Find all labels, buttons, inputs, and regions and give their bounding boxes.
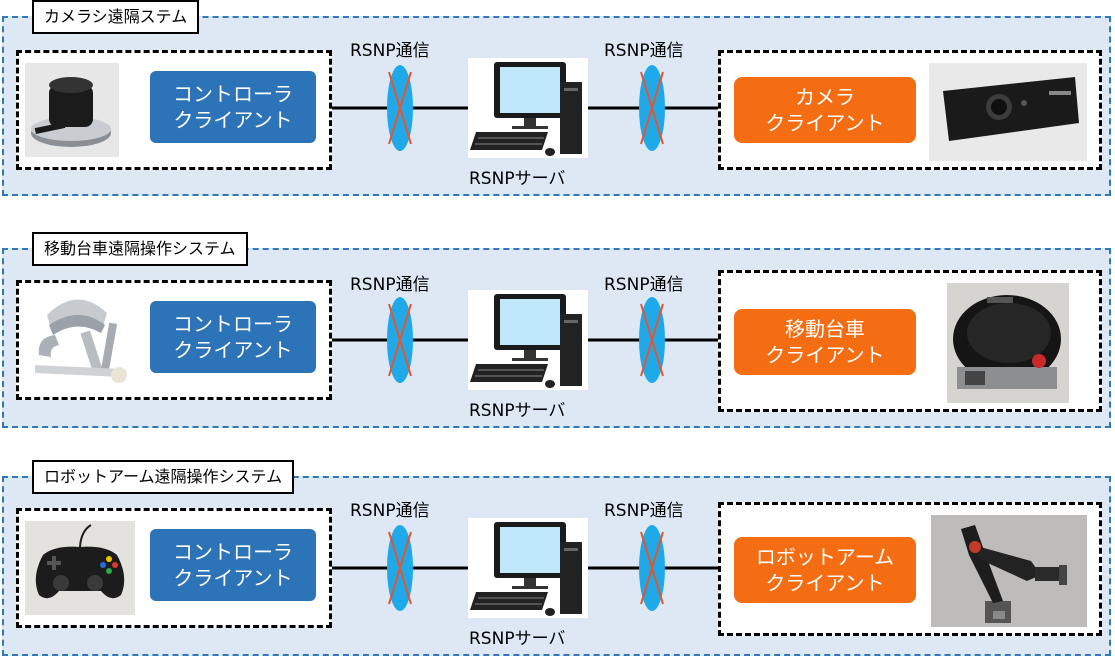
rsnp-link-left bbox=[387, 65, 413, 151]
rsnp-label-left: RSNP通信 bbox=[350, 275, 430, 295]
controller-client-label-line2: クライアント bbox=[173, 566, 293, 590]
controller-client-box: コントローラ クライアント bbox=[16, 50, 332, 170]
server-label: RSNPサーバ bbox=[469, 169, 566, 189]
controller-client-label-line1: コントローラ bbox=[173, 82, 293, 106]
server-label: RSNPサーバ bbox=[469, 401, 566, 421]
camera-photo bbox=[929, 63, 1087, 161]
server-computer-icon bbox=[468, 518, 588, 618]
rsnp-link-left bbox=[387, 297, 413, 383]
system-title: 移動台車遠隔操作システム bbox=[32, 232, 248, 266]
haptic-device-photo bbox=[27, 285, 137, 395]
mobile-robot-photo bbox=[947, 283, 1069, 403]
rsnp-link-left bbox=[387, 525, 413, 611]
device-client-label-line1: カメラ bbox=[795, 85, 855, 109]
system-title: ロボットアーム遠隔操作システム bbox=[32, 460, 295, 494]
device-client-label: カメラ クライアント bbox=[734, 77, 916, 143]
controller-client-label: コントローラ クライアント bbox=[150, 301, 316, 373]
device-client-box: ロボットアーム クライアント bbox=[718, 502, 1102, 636]
device-client-label-line1: 移動台車 bbox=[785, 317, 865, 341]
controller-client-box: コントローラ クライアント bbox=[16, 508, 332, 628]
controller-client-label-line2: クライアント bbox=[173, 108, 293, 132]
system-2: ロボットアーム遠隔操作システム RSNP通信 RSNP通信 RSNPサーバ コン… bbox=[2, 460, 1111, 656]
rsnp-label-left: RSNP通信 bbox=[350, 41, 430, 61]
robot-arm-photo bbox=[931, 515, 1087, 627]
rsnp-label-right: RSNP通信 bbox=[604, 41, 684, 61]
controller-client-label-line2: クライアント bbox=[173, 338, 293, 362]
rsnp-link-right bbox=[639, 525, 665, 611]
device-client-label-line1: ロボットアーム bbox=[755, 545, 895, 569]
rsnp-label-left: RSNP通信 bbox=[350, 501, 430, 521]
rsnp-link-right bbox=[639, 297, 665, 383]
server-computer-icon bbox=[468, 290, 588, 390]
controller-client-label-line1: コントローラ bbox=[173, 312, 293, 336]
device-client-label: 移動台車 クライアント bbox=[734, 309, 916, 375]
device-client-label-line2: クライアント bbox=[765, 571, 885, 595]
system-0: カメラシ遠隔ステム RSNP通信 RSNP通信 RSNPサーバ コントローラ ク… bbox=[2, 0, 1111, 196]
server-computer-icon bbox=[468, 58, 588, 158]
controller-client-label: コントローラ クライアント bbox=[150, 529, 316, 601]
device-client-label-line2: クライアント bbox=[765, 111, 885, 135]
system-title: カメラシ遠隔ステム bbox=[32, 0, 200, 34]
server-label: RSNPサーバ bbox=[469, 629, 566, 649]
rsnp-link-right bbox=[639, 65, 665, 151]
device-client-label: ロボットアーム クライアント bbox=[734, 537, 916, 603]
device-client-box: カメラ クライアント bbox=[718, 50, 1102, 170]
gamepad-photo bbox=[25, 521, 135, 615]
spacemouse-photo bbox=[25, 63, 119, 157]
device-client-box: 移動台車 クライアント bbox=[718, 270, 1102, 412]
controller-client-label-line1: コントローラ bbox=[173, 540, 293, 564]
system-1: 移動台車遠隔操作システム RSNP通信 RSNP通信 RSNPサーバ コントロー… bbox=[2, 232, 1111, 428]
controller-client-box: コントローラ クライアント bbox=[16, 280, 332, 400]
rsnp-label-right: RSNP通信 bbox=[604, 501, 684, 521]
device-client-label-line2: クライアント bbox=[765, 343, 885, 367]
rsnp-label-right: RSNP通信 bbox=[604, 275, 684, 295]
controller-client-label: コントローラ クライアント bbox=[150, 71, 316, 143]
